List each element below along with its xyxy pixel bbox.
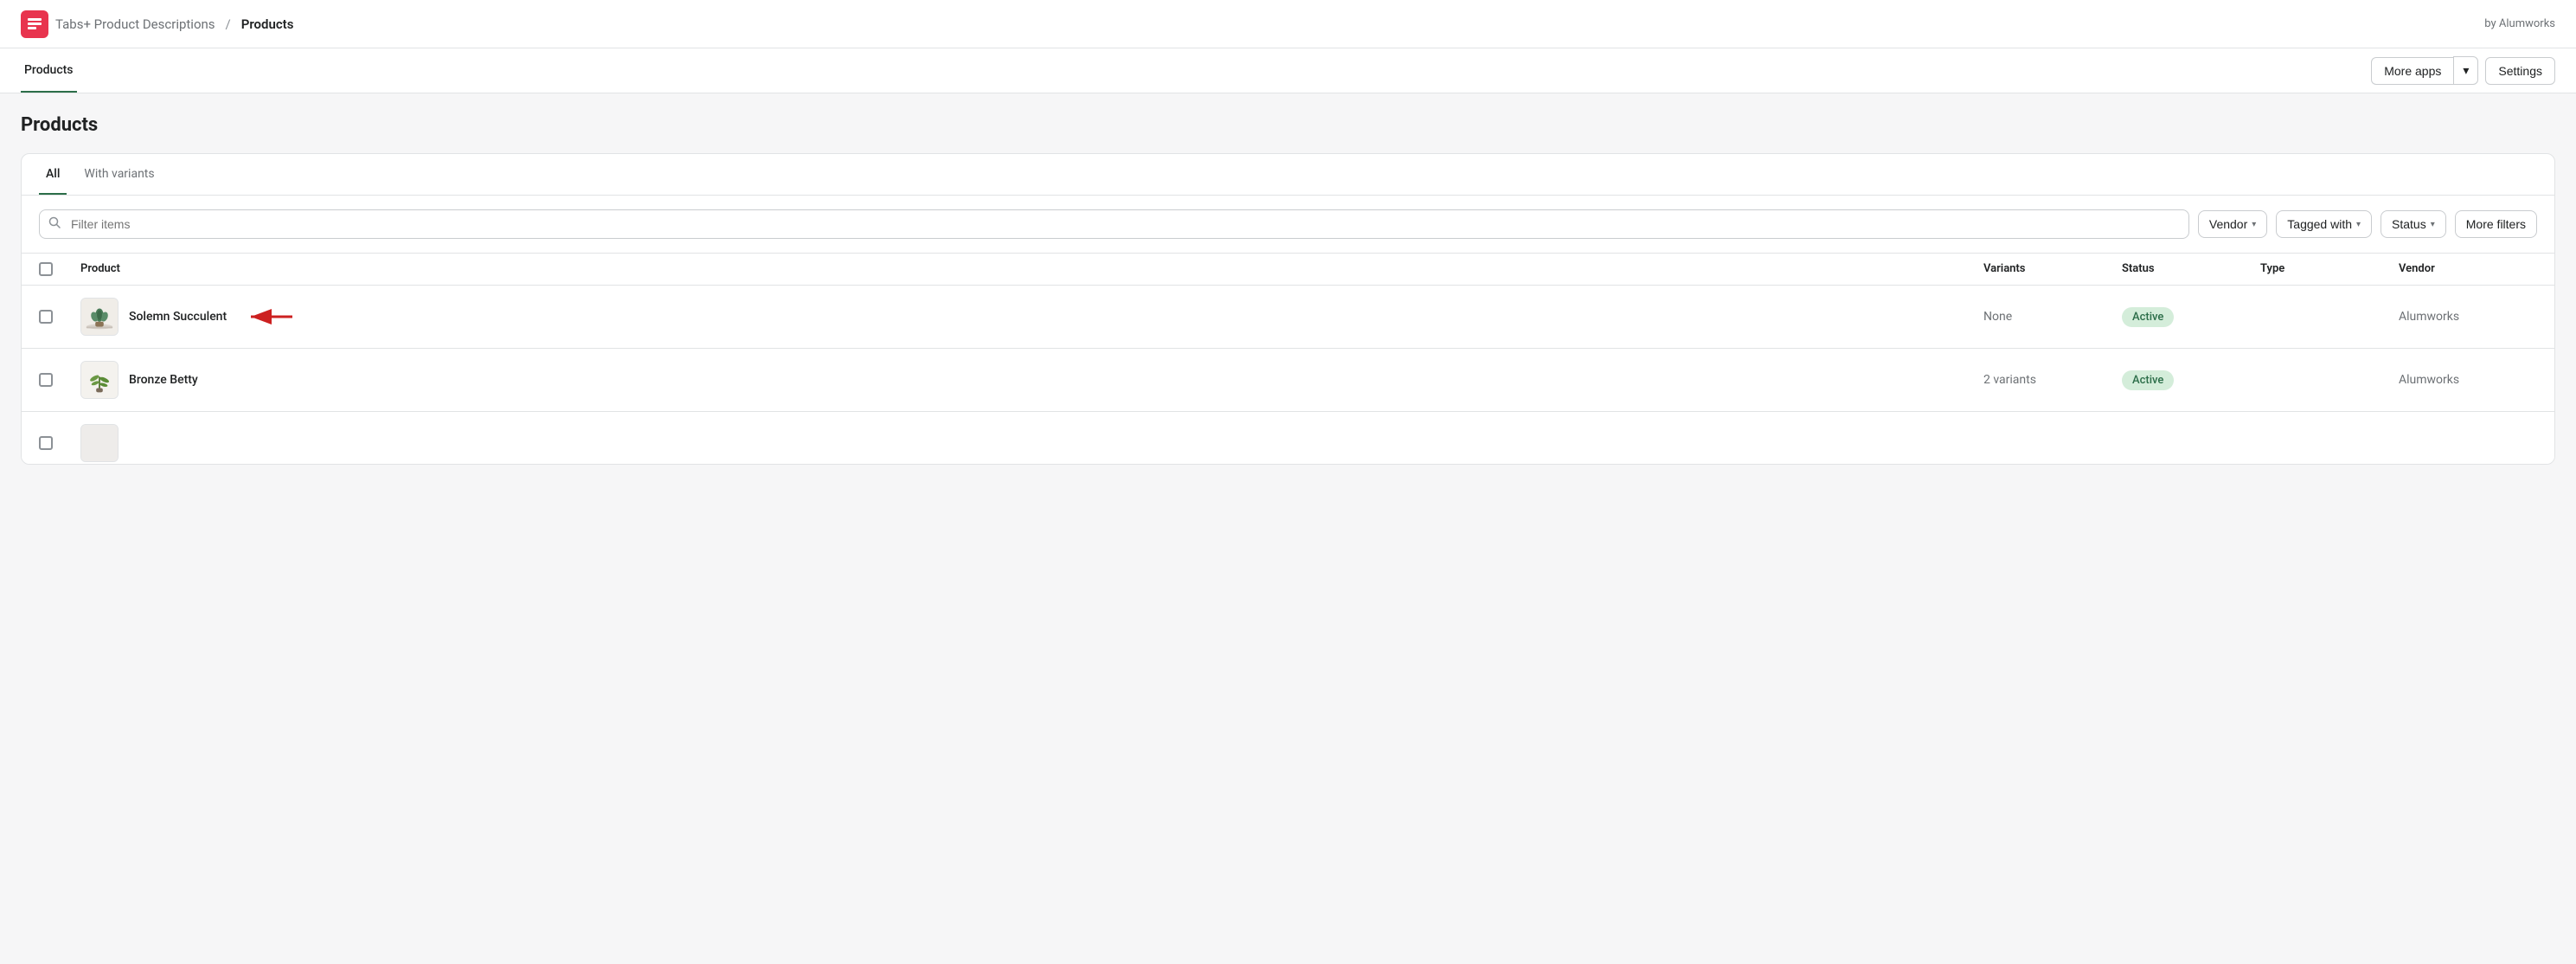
vendor-chevron-icon: ▾ xyxy=(2252,220,2256,229)
settings-button[interactable]: Settings xyxy=(2485,57,2555,85)
search-wrap xyxy=(39,209,2189,239)
tab-all[interactable]: All xyxy=(39,154,67,195)
breadcrumb-current: Products xyxy=(241,16,294,32)
row2-product-cell: Bronze Betty xyxy=(80,361,1983,399)
more-apps-dropdown-button[interactable]: ▾ xyxy=(2453,56,2478,85)
more-apps-split-button: More apps ▾ xyxy=(2371,56,2478,85)
row3-checkbox[interactable] xyxy=(39,436,53,450)
vendor-filter-button[interactable]: Vendor ▾ xyxy=(2198,210,2267,238)
row1-product-thumbnail xyxy=(80,298,119,336)
header-vendor: Vendor xyxy=(2399,262,2537,276)
tab-bar: Products More apps ▾ Settings xyxy=(0,48,2576,93)
search-icon xyxy=(48,215,61,233)
row1-variants: None xyxy=(1983,310,2122,324)
row2-status-badge: Active xyxy=(2122,370,2174,390)
products-card: All With variants Vendor ▾ xyxy=(21,153,2555,465)
page-title: Products xyxy=(21,114,2555,136)
header-checkbox-cell xyxy=(39,262,80,276)
table-header: Product Variants Status Type Vendor xyxy=(22,254,2554,286)
page-content: Products All With variants xyxy=(0,93,2576,485)
filter-bar: Vendor ▾ Tagged with ▾ Status ▾ More fil… xyxy=(22,196,2554,254)
row2-status: Active xyxy=(2122,370,2260,390)
row1-status: Active xyxy=(2122,307,2260,327)
header-status: Status xyxy=(2122,262,2260,276)
tab-products[interactable]: Products xyxy=(21,48,77,93)
tab-with-variants[interactable]: With variants xyxy=(77,154,161,195)
card-tabs: All With variants xyxy=(22,154,2554,196)
row3-product-cell xyxy=(80,424,1983,462)
header-type: Type xyxy=(2260,262,2399,276)
row1-product-name: Solemn Succulent xyxy=(129,310,227,324)
more-apps-button[interactable]: More apps xyxy=(2371,57,2453,85)
row2-product-thumbnail xyxy=(80,361,119,399)
header-product: Product xyxy=(80,262,1983,276)
row3-checkbox-cell xyxy=(39,436,80,450)
tagged-with-chevron-icon: ▾ xyxy=(2356,220,2361,229)
select-all-checkbox[interactable] xyxy=(39,262,53,276)
row2-product-name: Bronze Betty xyxy=(129,373,198,387)
row1-vendor: Alumworks xyxy=(2399,310,2537,324)
row1-status-badge: Active xyxy=(2122,307,2174,327)
app-icon xyxy=(21,10,48,38)
row2-checkbox-cell xyxy=(39,373,80,387)
row2-vendor: Alumworks xyxy=(2399,373,2537,387)
breadcrumb-separator: / xyxy=(226,16,231,32)
tagged-with-filter-button[interactable]: Tagged with ▾ xyxy=(2276,210,2372,238)
status-chevron-icon: ▾ xyxy=(2431,220,2435,229)
header-variants: Variants xyxy=(1983,262,2122,276)
chevron-down-icon: ▾ xyxy=(2463,63,2469,77)
row2-checkbox[interactable] xyxy=(39,373,53,387)
row2-variants: 2 variants xyxy=(1983,373,2122,387)
byline: by Alumworks xyxy=(2484,17,2555,30)
top-nav: Tabs+ Product Descriptions / Products by… xyxy=(0,0,2576,48)
arrow-annotation xyxy=(244,306,296,327)
row1-checkbox-cell xyxy=(39,310,80,324)
more-filters-button[interactable]: More filters xyxy=(2455,210,2537,238)
search-input[interactable] xyxy=(39,209,2189,239)
status-filter-button[interactable]: Status ▾ xyxy=(2381,210,2446,238)
table-row[interactable]: Bronze Betty 2 variants Active Alumworks xyxy=(22,349,2554,412)
breadcrumb: Tabs+ Product Descriptions / Products xyxy=(21,10,293,38)
table-row[interactable] xyxy=(22,412,2554,464)
row3-product-thumbnail xyxy=(80,424,119,462)
tab-bar-actions: More apps ▾ Settings xyxy=(2371,56,2555,85)
tab-bar-tabs: Products xyxy=(21,48,91,93)
table-row[interactable]: Solemn Succulent None Active xyxy=(22,286,2554,349)
app-name: Tabs+ Product Descriptions xyxy=(55,16,215,32)
row1-product-cell: Solemn Succulent xyxy=(80,298,1983,336)
row1-checkbox[interactable] xyxy=(39,310,53,324)
